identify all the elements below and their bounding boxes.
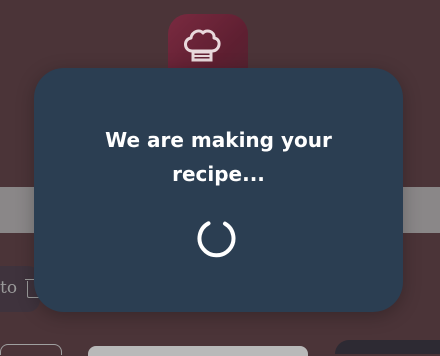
background-button <box>88 346 308 356</box>
loading-spinner-icon <box>197 221 236 258</box>
background-partial-label: to <box>0 278 18 298</box>
loading-message: We are making your recipe... <box>34 123 403 191</box>
loading-dialog: We are making your recipe... <box>34 68 403 312</box>
loading-message-line-1: We are making your <box>105 128 332 152</box>
loading-message-line-2: recipe... <box>172 162 265 186</box>
background-outline-button <box>0 344 62 355</box>
background-dark-button <box>335 340 440 354</box>
chef-hat-icon <box>184 29 221 62</box>
